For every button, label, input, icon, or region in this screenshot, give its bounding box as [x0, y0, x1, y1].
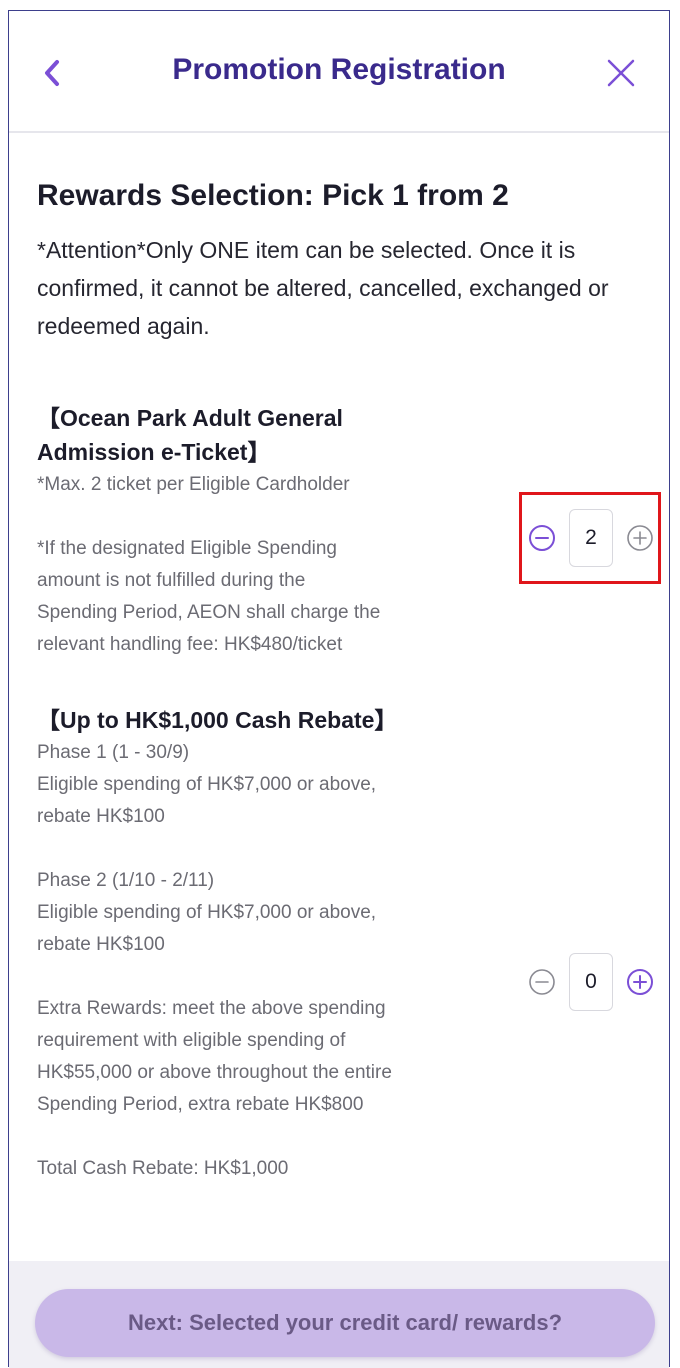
desc-line: [37, 833, 647, 865]
desc-line: Spending Period, AEON shall charge the: [37, 602, 381, 623]
desc-line: HK$55,000 or above throughout the entire: [37, 1062, 392, 1083]
reward-item-cash-rebate: 【Up to HK$1,000 Cash Rebate】 Phase 1 (1 …: [37, 703, 647, 1185]
page-title: Promotion Registration: [172, 53, 506, 86]
desc-line: Total Cash Rebate: HK$1,000: [37, 1158, 289, 1179]
desc-line: Eligible spending of HK$7,000 or above,: [37, 774, 377, 795]
section-title: Rewards Selection: Pick 1 from 2: [37, 179, 509, 212]
highlight-box: [519, 492, 661, 584]
reward-title-line: 【Ocean Park Adult General: [37, 405, 343, 431]
next-button[interactable]: Next: Selected your credit card/ rewards…: [35, 1289, 655, 1357]
reward-title-line: Admission e-Ticket】: [37, 439, 271, 465]
reward-title-line: 【Up to HK$1,000 Cash Rebate】: [37, 707, 398, 733]
main-content: Rewards Selection: Pick 1 from 2 *Attent…: [37, 179, 647, 1185]
quantity-value[interactable]: 0: [569, 953, 613, 1011]
close-icon: [607, 59, 635, 87]
decrement-button[interactable]: [527, 967, 557, 997]
footer-bar: Next: Selected your credit card/ rewards…: [9, 1261, 669, 1368]
desc-line: Phase 2 (1/10 - 2/11): [37, 870, 215, 891]
minus-circle-icon: [529, 969, 555, 995]
reward-title: 【Up to HK$1,000 Cash Rebate】: [37, 703, 647, 737]
desc-line: [37, 1121, 647, 1153]
quantity-stepper-cash-rebate: 0: [527, 953, 655, 1011]
desc-line: Spending Period, extra rebate HK$800: [37, 1094, 364, 1115]
plus-circle-icon: [627, 969, 653, 995]
header: Promotion Registration: [9, 11, 669, 133]
desc-line: Phase 1 (1 - 30/9): [37, 742, 190, 763]
desc-line: relevant handling fee: HK$480/ticket: [37, 634, 343, 655]
desc-line: Eligible spending of HK$7,000 or above,: [37, 902, 377, 923]
close-button[interactable]: [603, 55, 639, 91]
increment-button[interactable]: [625, 967, 655, 997]
app-frame: Promotion Registration Rewards Selection…: [8, 10, 670, 1368]
attention-text: *Attention*Only ONE item can be selected…: [37, 237, 609, 339]
reward-title: 【Ocean Park Adult General Admission e-Ti…: [37, 401, 647, 469]
desc-line: rebate HK$100: [37, 806, 165, 827]
desc-line: requirement with eligible spending of: [37, 1030, 346, 1051]
